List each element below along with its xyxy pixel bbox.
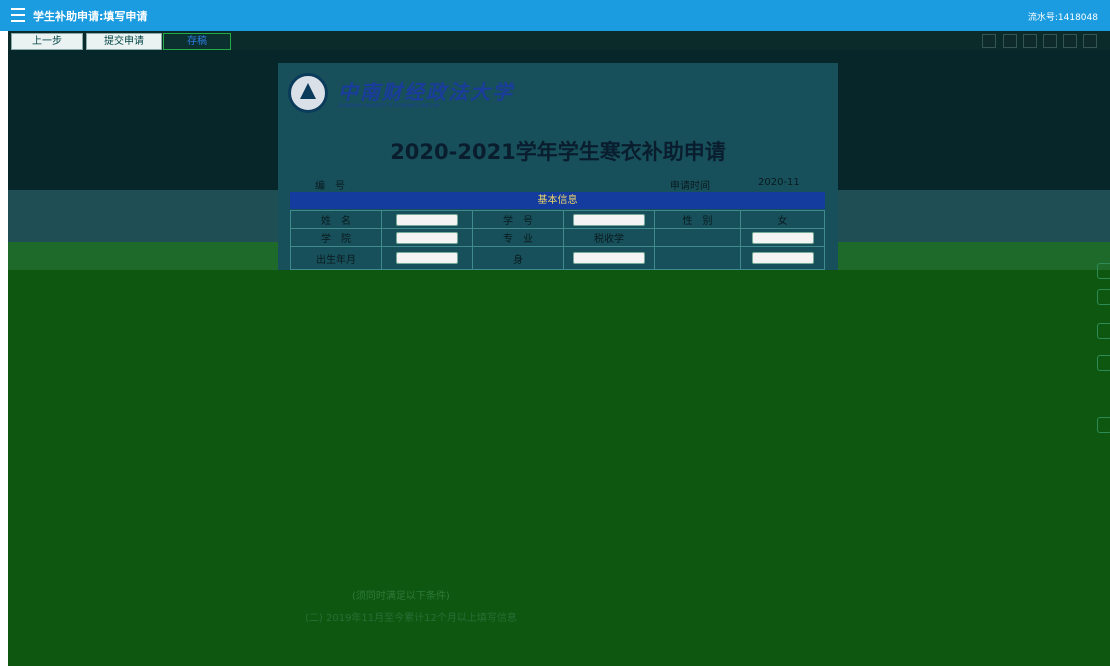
toolbar: 上一步 提交申请 存稿 <box>8 31 1110 50</box>
id-field[interactable] <box>573 252 645 264</box>
blurred-field[interactable] <box>751 231 814 244</box>
green-overlay <box>8 270 1110 666</box>
gender-value: 女 <box>740 210 825 229</box>
edit-icon[interactable] <box>1003 34 1017 48</box>
stack-icon[interactable] <box>1083 34 1097 48</box>
major-value: 税收学 <box>563 228 655 247</box>
birth-field-cell <box>381 246 473 270</box>
page-title: 学生补助申请:填写申请 <box>33 10 148 23</box>
side-icon[interactable] <box>1097 323 1110 339</box>
side-icon[interactable] <box>1097 289 1110 305</box>
ghost-condition-line: (须同时满足以下条件) <box>352 591 450 602</box>
number-label: 编 号 <box>315 181 345 192</box>
birth-label: 出生年月 <box>290 246 382 270</box>
ghost-detail-line: (二) 2019年11月至今累计12个月以上填写信息 <box>305 613 517 624</box>
blurred-label <box>654 228 741 247</box>
date-label: 申请时间 <box>670 181 710 192</box>
submit-button[interactable]: 提交申请 <box>86 33 162 50</box>
university-name-cn: 中南财经政法大学 <box>338 80 514 104</box>
prev-step-button[interactable]: 上一步 <box>11 33 83 50</box>
college-field[interactable] <box>396 231 458 244</box>
menu-icon[interactable] <box>11 8 25 22</box>
serial-number: 流水号:1418048 <box>1027 13 1098 23</box>
blurred-field-cell <box>740 228 825 247</box>
student-id-label: 学 号 <box>472 210 564 229</box>
save-draft-button[interactable]: 存稿 <box>163 33 231 50</box>
id-field-cell <box>563 246 655 270</box>
name-label: 姓 名 <box>290 210 382 229</box>
university-logo <box>288 73 328 113</box>
save-icon[interactable] <box>1023 34 1037 48</box>
left-margin <box>0 31 8 666</box>
phone-field[interactable] <box>751 252 814 264</box>
basic-info-table: 姓 名 学 号 性 别 女 学 院 专 业 税收学 出生年月 身 <box>290 210 825 270</box>
name-field[interactable] <box>396 213 458 226</box>
section-basic-info: 基本信息 <box>290 192 825 209</box>
side-icon[interactable] <box>1097 263 1110 279</box>
college-label: 学 院 <box>290 228 382 247</box>
id-label: 身 <box>472 246 564 270</box>
empty-cell <box>654 246 741 270</box>
table-row: 学 院 专 业 税收学 <box>290 228 825 247</box>
college-field-cell <box>381 228 473 247</box>
table-row: 出生年月 身 <box>290 246 825 270</box>
app-header: 学生补助申请:填写申请 流水号:1418048 <box>0 0 1110 31</box>
student-id-field[interactable] <box>573 213 645 226</box>
birth-field[interactable] <box>396 252 458 264</box>
major-label: 专 业 <box>472 228 564 247</box>
date-value: 2020-11 <box>758 177 800 188</box>
student-id-field-cell <box>563 210 655 229</box>
star-icon[interactable] <box>982 34 996 48</box>
gender-label: 性 别 <box>654 210 741 229</box>
cloud-upload-icon[interactable] <box>1063 34 1077 48</box>
university-name-en: ZHONGNAN UNIVERSITY OF ECONOMICS AND LAW <box>338 103 440 108</box>
name-field-cell <box>381 210 473 229</box>
form-title: 2020-2021学年学生寒衣补助申请 <box>390 140 726 164</box>
side-icon[interactable] <box>1097 417 1110 433</box>
phone-field-cell <box>740 246 825 270</box>
table-row: 姓 名 学 号 性 别 女 <box>290 210 825 229</box>
print-icon[interactable] <box>1043 34 1057 48</box>
side-icon[interactable] <box>1097 355 1110 371</box>
